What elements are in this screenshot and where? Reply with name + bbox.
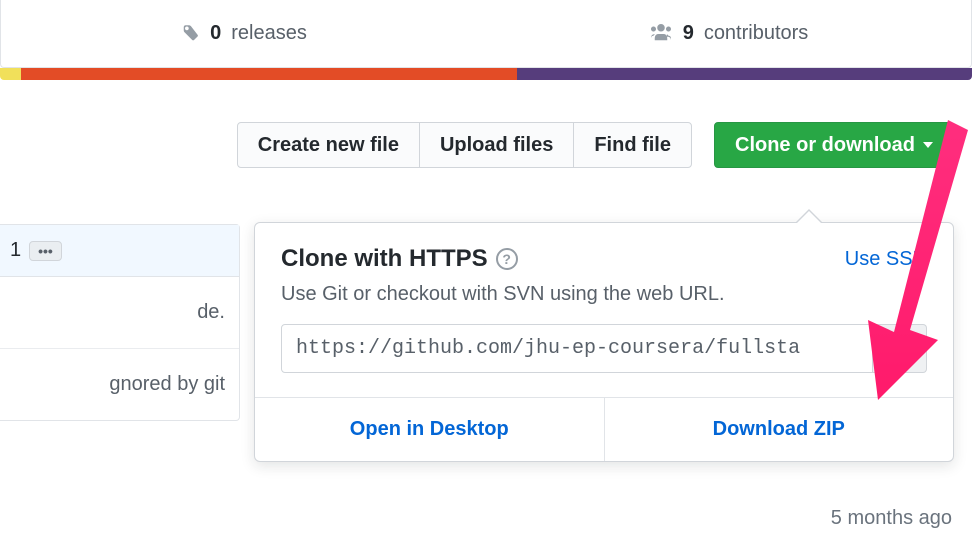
file-row-fragment: gnored by git [0,349,239,420]
releases-link[interactable]: 0 releases [1,22,486,45]
help-icon[interactable]: ? [496,248,518,270]
commit-row-header: 1 ••• [0,225,239,277]
clone-url-input[interactable] [281,324,873,373]
releases-label: releases [231,22,307,45]
releases-count: 0 [210,22,221,45]
commit-history-strip: 1 ••• de. gnored by git [0,224,240,421]
contributors-label: contributors [704,22,809,45]
create-file-button[interactable]: Create new file [237,122,420,168]
clone-description: Use Git or checkout with SVN using the w… [281,283,927,306]
clone-download-button[interactable]: Clone or download [714,122,954,168]
commit-message-expand-button[interactable]: ••• [29,241,62,261]
clone-url-row [281,324,927,373]
file-actions-group: Create new file Upload files Find file [237,122,692,168]
caret-down-icon [923,142,933,148]
open-in-desktop-button[interactable]: Open in Desktop [255,398,604,461]
upload-files-button[interactable]: Upload files [419,122,574,168]
clone-popover: Clone with HTTPS ? Use SSH Use Git or ch… [254,222,954,462]
file-row-fragment: de. [0,277,239,349]
tag-icon [180,24,200,44]
language-segment [517,68,972,80]
clone-popover-header: Clone with HTTPS ? Use SSH [281,245,927,273]
download-zip-button[interactable]: Download ZIP [604,398,954,461]
find-file-button[interactable]: Find file [573,122,692,168]
use-ssh-link[interactable]: Use SSH [845,248,927,271]
file-age-fragment: 5 months ago [831,507,952,530]
clone-title-text: Clone with HTTPS [281,245,488,273]
copy-url-button[interactable] [873,324,927,373]
clone-popover-title: Clone with HTTPS ? [281,245,518,273]
people-icon [649,24,673,44]
file-toolbar: Create new file Upload files Find file C… [0,122,972,168]
language-segment [0,68,21,80]
language-segment [21,68,517,80]
repo-stats-bar: 0 releases 9 contributors [0,0,972,68]
clone-download-label: Clone or download [735,135,915,155]
commit-partial-number: 1 [10,239,21,262]
contributors-count: 9 [683,22,694,45]
contributors-link[interactable]: 9 contributors [486,22,971,45]
language-bar[interactable] [0,68,972,80]
clone-popover-actions: Open in Desktop Download ZIP [255,397,953,461]
clipboard-icon [890,338,910,360]
